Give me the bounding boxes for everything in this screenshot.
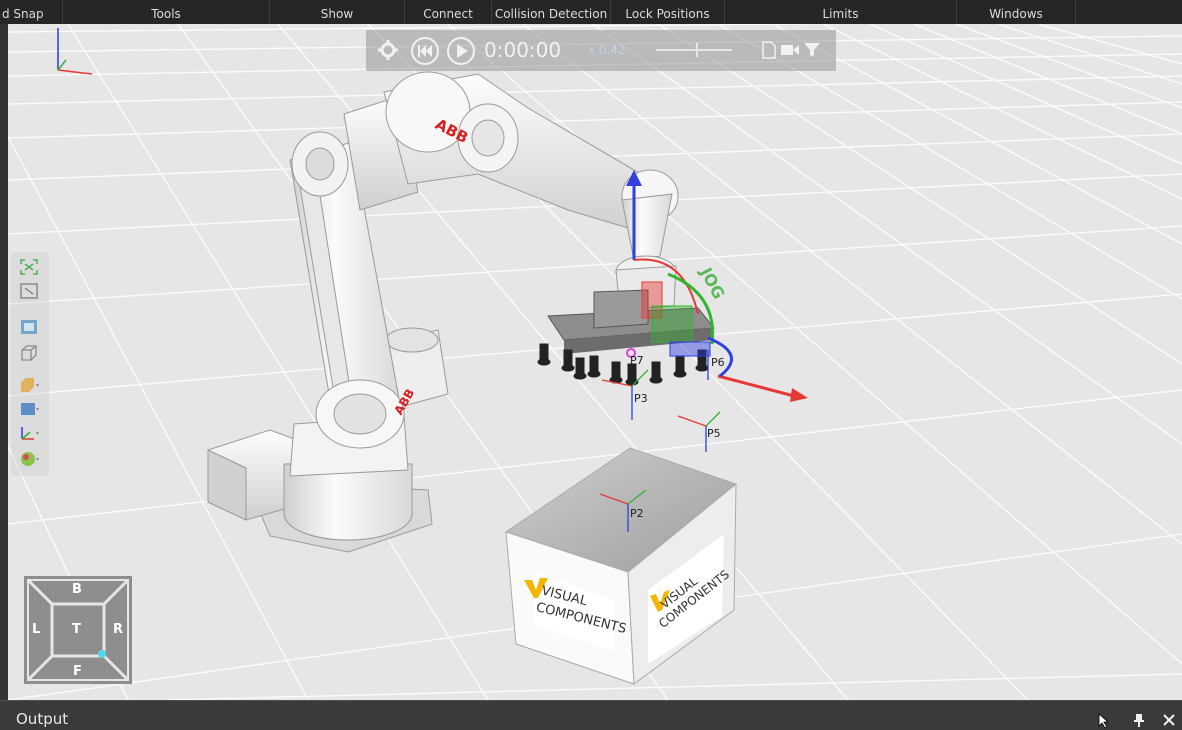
ribbon-group-label: Tools	[151, 7, 181, 21]
camera-view-icon[interactable]	[19, 318, 39, 336]
wireframe-cube-icon[interactable]	[19, 344, 39, 362]
pin-icon[interactable]	[1132, 713, 1146, 727]
camera-icon[interactable]	[780, 42, 800, 58]
axis-display-icon[interactable]	[19, 424, 39, 442]
ribbon-group-label: Connect	[423, 7, 473, 21]
ribbon-group-label: Limits	[822, 7, 859, 21]
speed-slider[interactable]	[656, 49, 732, 51]
ribbon-group-limits[interactable]: Limits	[725, 0, 957, 24]
rewind-icon[interactable]	[410, 36, 440, 66]
output-panel: Output	[0, 700, 1182, 730]
frame-p6-label: P6	[711, 356, 725, 369]
frame-p5: P5	[677, 411, 721, 452]
ribbon-group-collision-detection[interactable]: Collision Detection	[492, 0, 611, 24]
playback-toolbar: 0:00:00 x 0.42	[366, 30, 836, 71]
surface-mode-icon[interactable]	[19, 400, 39, 418]
frame-p3-label: P3	[634, 392, 648, 405]
navcube-front[interactable]: F	[73, 664, 82, 679]
ribbon-group-connect[interactable]: Connect	[405, 0, 492, 24]
fit-all-icon[interactable]	[19, 258, 39, 276]
ribbon-group-tools[interactable]: Tools	[63, 0, 270, 24]
ribbon-group-label: Collision Detection	[494, 7, 608, 21]
ribbon-group-label: Windows	[989, 7, 1043, 21]
scene-canvas[interactable]: ABB ABB JOG P7 P6 P3 P5 VISUAL COMPONENT…	[8, 24, 1182, 700]
frame-p7-label: P7	[630, 354, 644, 367]
ribbon-group-snap[interactable]: d Snap	[0, 0, 63, 24]
frame-p2-label: P2	[630, 507, 644, 520]
speed-slider-thumb[interactable]	[696, 43, 698, 57]
gear-icon[interactable]	[378, 40, 398, 60]
visual-components-box	[504, 447, 738, 685]
ribbon: d Snap Tools Show Connect Collision Dete…	[0, 0, 1182, 24]
ribbon-group-label: d Snap	[2, 7, 44, 21]
view-tools-strip	[11, 252, 49, 476]
play-icon[interactable]	[446, 36, 476, 66]
3d-viewport[interactable]: ABB ABB JOG P7 P6 P3 P5 VISUAL COMPONENT…	[8, 24, 1182, 700]
ribbon-group-windows[interactable]: Windows	[957, 0, 1076, 24]
ribbon-group-label: Lock Positions	[625, 7, 710, 21]
navcube-right[interactable]: R	[113, 622, 123, 637]
navcube-back[interactable]: B	[72, 582, 82, 597]
cursor-icon	[1098, 713, 1110, 729]
navcube-left[interactable]: L	[32, 622, 40, 637]
ribbon-group-lock-positions[interactable]: Lock Positions	[611, 0, 725, 24]
frame-p5-label: P5	[707, 427, 721, 440]
fit-selection-icon[interactable]	[19, 282, 39, 300]
ribbon-group-label: Show	[320, 7, 354, 21]
left-panel-edge	[0, 24, 8, 700]
frame-p7: P7	[626, 348, 644, 367]
render-mode-icon[interactable]	[19, 376, 39, 394]
filter-icon[interactable]	[803, 41, 821, 59]
output-panel-title: Output	[16, 710, 69, 728]
navcube-top[interactable]: T	[72, 622, 81, 637]
navigation-cube[interactable]: B L T R F	[24, 576, 132, 684]
pdf-icon[interactable]	[762, 41, 776, 59]
close-icon[interactable]	[1162, 713, 1176, 727]
frame-p3: P3	[601, 369, 649, 420]
simulation-time: 0:00:00	[484, 38, 562, 62]
material-sphere-icon[interactable]	[19, 450, 39, 468]
ribbon-group-show[interactable]: Show	[270, 0, 405, 24]
simulation-speed: x 0.42	[588, 43, 626, 57]
